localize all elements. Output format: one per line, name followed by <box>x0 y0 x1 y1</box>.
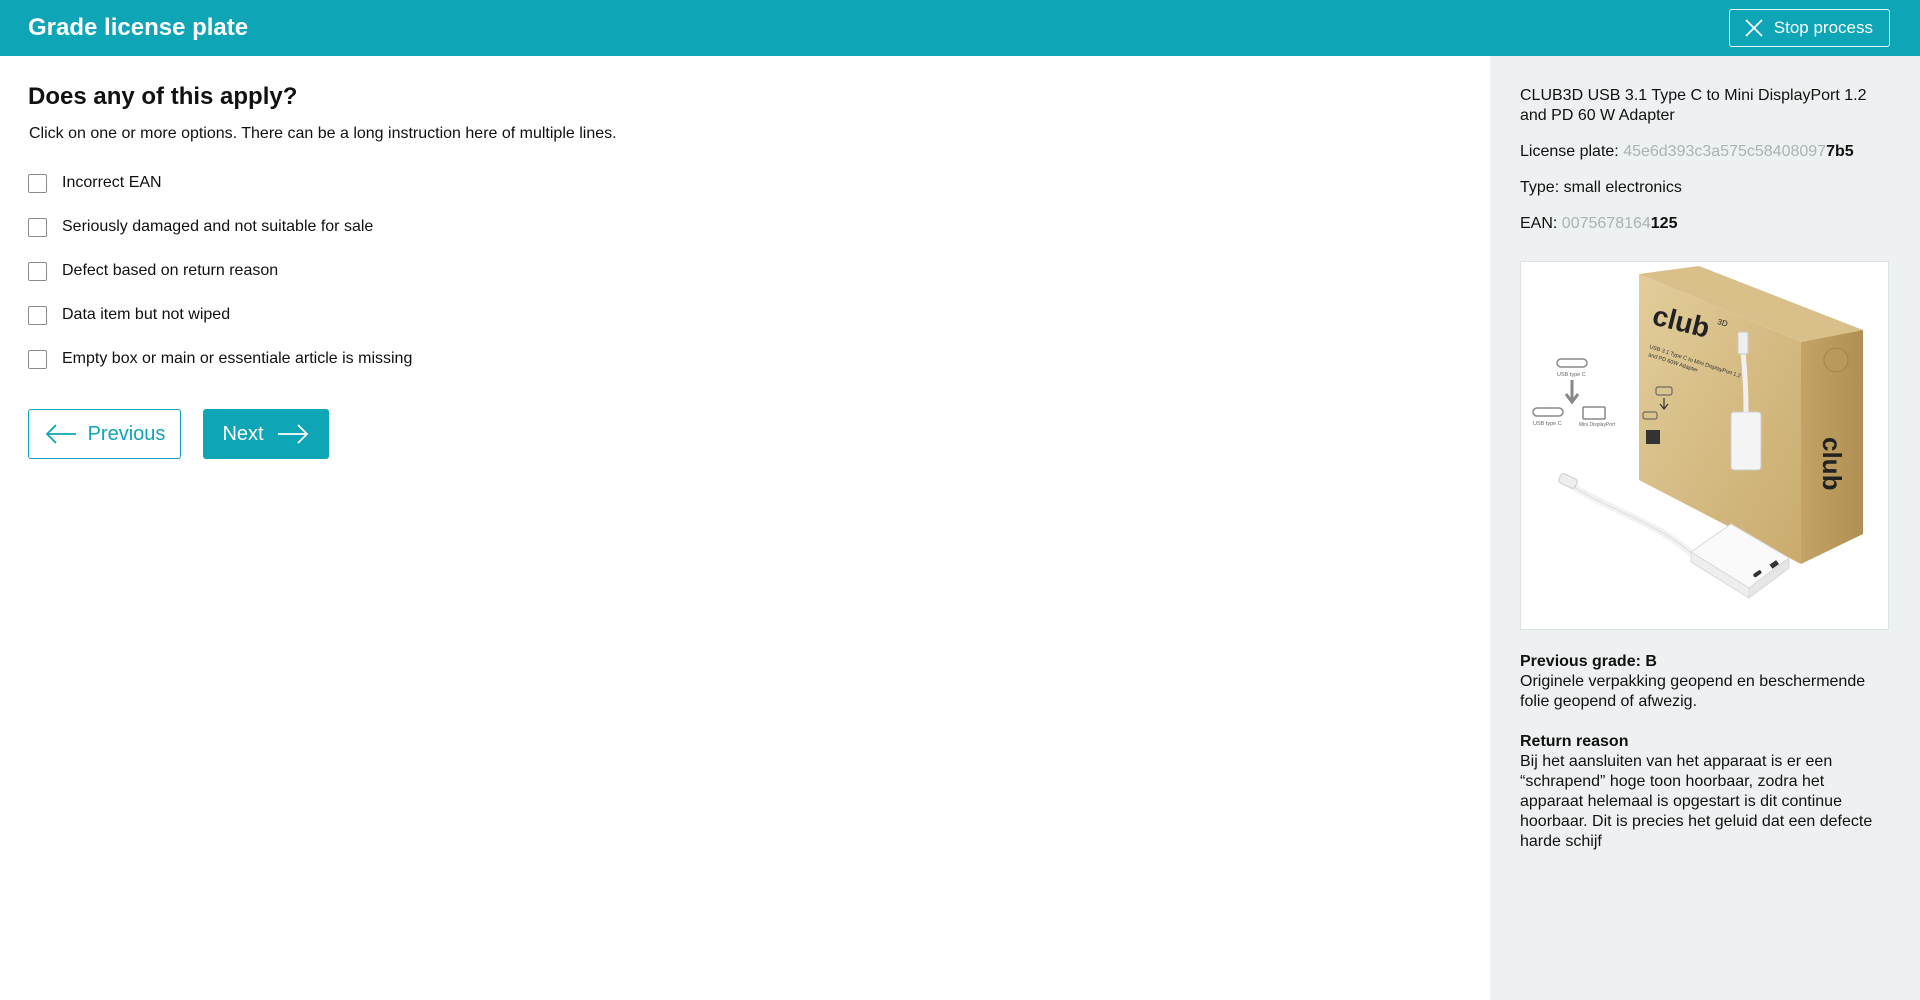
option-label: Seriously damaged and not suitable for s… <box>62 218 374 235</box>
option-incorrect-ean[interactable]: Incorrect EAN <box>28 159 1462 207</box>
option-data-not-wiped[interactable]: Data item but not wiped <box>28 291 1462 339</box>
return-reason-section: Return reason Bij het aansluiten van het… <box>1520 732 1890 852</box>
next-label: Next <box>222 422 264 445</box>
ean-suffix: 125 <box>1650 215 1678 232</box>
checkbox[interactable] <box>28 173 47 193</box>
option-label: Empty box or main or essentiale article … <box>62 350 413 367</box>
return-reason-title: Return reason <box>1520 733 1629 750</box>
product-illustration: club 3D USB 3.1 Type C to Mini DisplayPo… <box>1532 266 1863 599</box>
option-label: Data item but not wiped <box>62 306 231 323</box>
options-list: Incorrect EAN Seriously damaged and not … <box>28 159 1462 383</box>
question-title: Does any of this apply? <box>28 83 298 110</box>
product-sidebar: CLUB3D USB 3.1 Type C to Mini DisplayPor… <box>1490 56 1920 1000</box>
option-empty-box[interactable]: Empty box or main or essentiale article … <box>28 335 1462 383</box>
product-name: CLUB3D USB 3.1 Type C to Mini DisplayPor… <box>1520 87 1867 124</box>
type-value: small electronics <box>1563 179 1682 196</box>
previous-grade-section: Previous grade: B Originele verpakking g… <box>1520 652 1890 712</box>
close-icon <box>1745 19 1763 37</box>
checkbox[interactable] <box>28 305 47 325</box>
license-plate-prefix: 45e6d393c3a575c58408097 <box>1623 143 1827 160</box>
type-label: Type: <box>1520 179 1564 196</box>
page-title: Grade license plate <box>28 14 249 41</box>
next-button[interactable]: Next <box>203 409 329 459</box>
option-seriously-damaged[interactable]: Seriously damaged and not suitable for s… <box>28 203 1462 251</box>
port-label-right: Mini DisplayPort <box>1579 422 1616 428</box>
previous-grade-body: Originele verpakking geopend en bescherm… <box>1520 673 1866 710</box>
checkbox[interactable] <box>28 217 47 237</box>
product-ean: EAN: 0075678164125 <box>1520 214 1890 234</box>
product-image: club 3D USB 3.1 Type C to Mini DisplayPo… <box>1520 261 1889 630</box>
ean-label: EAN: <box>1520 215 1562 232</box>
grading-form: Does any of this apply? Click on one or … <box>0 56 1490 1000</box>
option-label: Defect based on return reason <box>62 262 279 279</box>
previous-button[interactable]: Previous <box>28 409 181 459</box>
stop-process-button[interactable]: Stop process <box>1728 9 1890 47</box>
previous-label: Previous <box>87 422 166 445</box>
license-plate-suffix: 7b5 <box>1826 143 1854 160</box>
question-instruction: Click on one or more options. There can … <box>29 125 617 142</box>
option-defect-return-reason[interactable]: Defect based on return reason <box>28 247 1462 295</box>
product-type: Type: small electronics <box>1520 178 1890 198</box>
navigation-buttons: Previous Next <box>28 409 1462 459</box>
checkbox[interactable] <box>28 261 47 281</box>
option-label: Incorrect EAN <box>62 174 162 191</box>
arrow-right-icon <box>277 424 308 444</box>
license-plate-label: License plate: <box>1520 143 1624 160</box>
app-header: Grade license plate Stop process <box>0 0 1920 56</box>
return-reason-body: Bij het aansluiten van het apparaat is e… <box>1520 753 1873 850</box>
arrow-left-icon <box>45 424 76 444</box>
checkbox[interactable] <box>28 349 47 369</box>
port-label-left: USB type C <box>1533 421 1562 427</box>
port-label-top: USB type C <box>1557 372 1586 378</box>
box-side-brand: club <box>1817 437 1847 490</box>
previous-grade-title: Previous grade: B <box>1520 653 1657 670</box>
license-plate: License plate: 45e6d393c3a575c584080977b… <box>1520 142 1890 162</box>
ean-prefix: 0075678164 <box>1561 215 1651 232</box>
stop-process-label: Stop process <box>1773 18 1873 37</box>
